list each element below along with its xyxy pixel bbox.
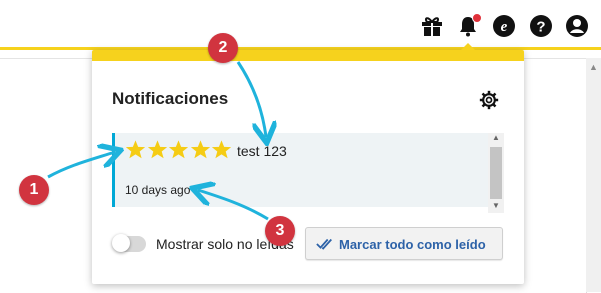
gear-icon[interactable] bbox=[479, 90, 499, 110]
unread-only-toggle[interactable] bbox=[112, 234, 146, 252]
account-icon[interactable] bbox=[565, 14, 589, 38]
mark-all-read-label: Marcar todo como leído bbox=[339, 237, 486, 252]
star-icon bbox=[168, 140, 189, 159]
page-scrollbar[interactable]: ▲ bbox=[586, 58, 601, 292]
gift-icon[interactable] bbox=[420, 14, 444, 38]
scroll-down-icon[interactable]: ▼ bbox=[492, 201, 500, 210]
star-icon bbox=[147, 140, 167, 159]
scrollbar-thumb[interactable] bbox=[490, 147, 502, 199]
notification-time: 10 days ago bbox=[125, 183, 191, 197]
mark-all-read-button[interactable]: Marcar todo como leído bbox=[305, 227, 503, 260]
notification-dot bbox=[472, 13, 482, 23]
scroll-up-icon[interactable]: ▲ bbox=[589, 62, 598, 72]
notification-text: test 123 bbox=[237, 143, 287, 159]
annotation-badge-2: 2 bbox=[208, 33, 238, 63]
scroll-up-icon[interactable]: ▲ bbox=[492, 133, 500, 142]
help-icon[interactable]: ? bbox=[529, 14, 553, 38]
annotation-badge-3: 3 bbox=[265, 216, 295, 246]
star-icon bbox=[125, 140, 146, 159]
notification-list: test 123 10 days ago ▲ ▼ bbox=[112, 133, 504, 213]
toggle-knob[interactable] bbox=[112, 234, 130, 252]
notification-list-scrollbar[interactable]: ▲ ▼ bbox=[488, 133, 504, 213]
edge-icon[interactable]: e bbox=[492, 14, 516, 38]
svg-text:e: e bbox=[501, 19, 508, 35]
notifications-panel: Notificaciones test 123 10 days ago ▲ ▼ … bbox=[92, 43, 524, 284]
panel-accent-bar bbox=[92, 50, 524, 61]
annotation-badge-1: 1 bbox=[19, 175, 49, 205]
double-check-icon bbox=[316, 238, 332, 250]
top-bar: e ? bbox=[0, 0, 601, 50]
star-rating bbox=[125, 139, 233, 161]
star-icon bbox=[211, 140, 232, 159]
svg-text:?: ? bbox=[536, 19, 545, 36]
notification-item[interactable]: test 123 10 days ago bbox=[112, 133, 488, 207]
star-icon bbox=[190, 140, 210, 159]
panel-title: Notificaciones bbox=[112, 89, 229, 108]
